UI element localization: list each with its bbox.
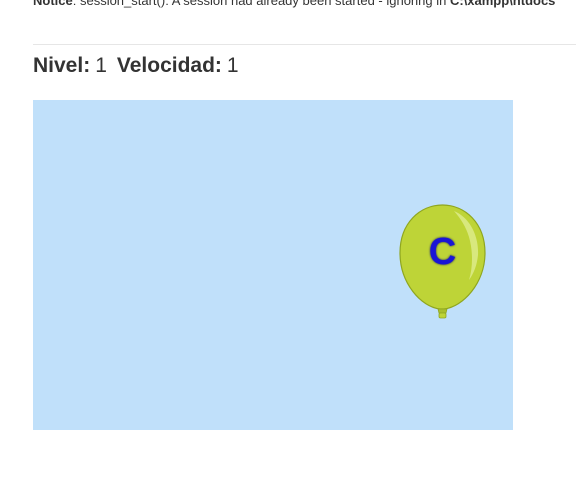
game-status: Nivel: 1 Velocidad: 1: [33, 53, 239, 79]
game-area[interactable]: C: [33, 100, 513, 430]
level-label: Nivel:: [33, 54, 91, 77]
speed-value: 1: [226, 54, 239, 77]
divider: [33, 44, 576, 45]
speed-label: Velocidad:: [116, 54, 222, 77]
notice-message: : session_start(): A session had already…: [72, 0, 450, 8]
balloon[interactable]: C: [399, 203, 489, 323]
level-value: 1: [95, 54, 107, 77]
notice-label: Notice: [33, 0, 73, 8]
balloon-letter: C: [428, 231, 457, 273]
notice-path: C:\xampp\htdocs: [449, 0, 556, 8]
php-notice: Notice: session_start(): A session had a…: [33, 0, 576, 9]
